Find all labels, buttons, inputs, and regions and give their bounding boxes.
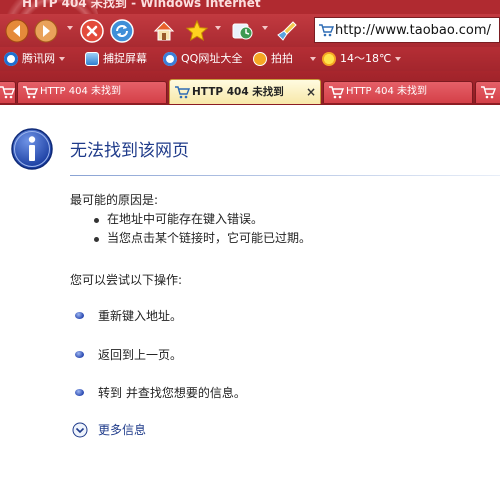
screen-capture-icon — [85, 52, 99, 66]
shopping-cart-icon — [329, 86, 344, 99]
refresh-button[interactable] — [110, 19, 134, 43]
clean-button[interactable] — [275, 19, 299, 43]
actions-heading: 您可以尝试以下操作: — [70, 273, 183, 287]
fav-label: QQ网址大全 — [181, 52, 243, 65]
page-title: 无法找到该网页 — [70, 141, 189, 161]
tab-bar: HTTP 404 未找到 HTTP 404 未找到 × HTTP 404 未找到 — [0, 71, 500, 105]
more-info-link[interactable]: 更多信息 — [72, 421, 146, 438]
tab-http-404-active[interactable]: HTTP 404 未找到 × — [169, 79, 321, 105]
clean-brush-icon — [277, 21, 297, 41]
weather-label: 14～18℃ — [340, 52, 392, 65]
tab-partial-left[interactable] — [0, 81, 16, 103]
bullet-icon — [75, 350, 84, 358]
forward-button[interactable] — [34, 19, 58, 43]
tab-close-icon[interactable]: × — [306, 80, 316, 104]
stop-button[interactable] — [80, 19, 104, 43]
info-icon — [11, 128, 53, 170]
action-text: 转到 并查找您想要的信息。 — [98, 385, 246, 400]
reasons-list: 在地址中可能存在键入错误。 当您点击某个链接时，它可能已过期。 — [92, 210, 311, 248]
action-retype-address: 重新键入地址。 — [75, 306, 182, 324]
fav-item-qq-directory[interactable]: QQ网址大全 — [163, 51, 242, 67]
weather-sun-icon — [322, 52, 336, 66]
home-icon — [153, 21, 175, 41]
title-bar: HTTP 404 未找到 - Windows Internet — [0, 0, 500, 14]
fav-item-weather[interactable]: 14～18℃ — [310, 51, 402, 67]
shopping-cart-icon — [319, 24, 334, 37]
history-dropdown-caret[interactable] — [67, 26, 73, 30]
bullet-icon — [75, 311, 84, 319]
favorites-bar: 腾讯网 捕捉屏幕 QQ网址大全 拍拍 14～18℃ — [0, 47, 500, 71]
action-go-to-site: 转到 并查找您想要的信息。 — [75, 383, 246, 401]
action-text[interactable]: 返回到上一页。 — [98, 346, 182, 363]
history-button[interactable] — [230, 19, 254, 43]
fav-label: 腾讯网 — [22, 52, 55, 65]
tab-http-404-3[interactable]: HTTP 404 未找到 — [323, 81, 473, 103]
reason-item: 当您点击某个链接时，它可能已过期。 — [92, 229, 311, 248]
forward-arrow-icon — [34, 19, 58, 43]
shopping-cart-icon — [481, 86, 496, 99]
page-content: 无法找到该网页 最可能的原因是: 在地址中可能存在键入错误。 当您点击某个链接时… — [0, 104, 500, 480]
reasons-heading: 最可能的原因是: — [70, 193, 159, 207]
fav-label: 捕捉屏幕 — [103, 52, 147, 65]
action-text: 重新键入地址。 — [98, 308, 183, 323]
bullet-icon — [75, 388, 84, 396]
more-info-label[interactable]: 更多信息 — [98, 421, 146, 438]
qq-logo-icon — [4, 52, 18, 66]
tab-label: HTTP 404 未找到 — [192, 86, 284, 98]
back-arrow-icon — [5, 19, 29, 43]
shopping-cart-icon — [23, 86, 38, 99]
refresh-icon — [110, 19, 134, 43]
chevron-down-circle-icon — [72, 422, 88, 437]
fav-label: 拍拍 — [271, 52, 293, 65]
back-button[interactable] — [5, 19, 29, 43]
fav-item-paipai[interactable]: 拍拍 — [253, 51, 293, 67]
paipai-logo-icon — [253, 52, 267, 66]
home-button[interactable] — [152, 19, 176, 43]
favorites-button[interactable] — [185, 19, 209, 43]
stop-icon — [80, 19, 104, 43]
tab-label: HTTP 404 未找到 — [40, 86, 122, 97]
address-input[interactable] — [335, 20, 499, 40]
favorites-star-icon — [185, 19, 209, 42]
tab-label: HTTP 404 未找到 — [346, 86, 428, 97]
title-divider — [70, 175, 500, 176]
shopping-cart-icon — [0, 86, 15, 99]
history-icon — [232, 23, 253, 40]
address-bar[interactable] — [314, 17, 500, 43]
action-go-back[interactable]: 返回到上一页。 — [75, 345, 182, 363]
history-menu-caret[interactable] — [262, 26, 268, 30]
tab-http-404-1[interactable]: HTTP 404 未找到 — [17, 81, 167, 103]
qq-search-icon — [163, 52, 177, 66]
chevron-down-icon — [59, 57, 65, 61]
fav-item-screen-capture[interactable]: 捕捉屏幕 — [85, 51, 147, 67]
fav-item-tencent[interactable]: 腾讯网 — [4, 51, 65, 67]
reason-item: 在地址中可能存在键入错误。 — [92, 210, 311, 229]
chevron-down-icon — [395, 57, 402, 61]
favorites-dropdown-caret[interactable] — [215, 26, 221, 30]
shopping-cart-icon — [175, 86, 190, 99]
tab-partial-right[interactable] — [475, 81, 500, 103]
window-title: HTTP 404 未找到 - Windows Internet — [22, 0, 261, 10]
chevron-down-icon — [310, 57, 316, 61]
